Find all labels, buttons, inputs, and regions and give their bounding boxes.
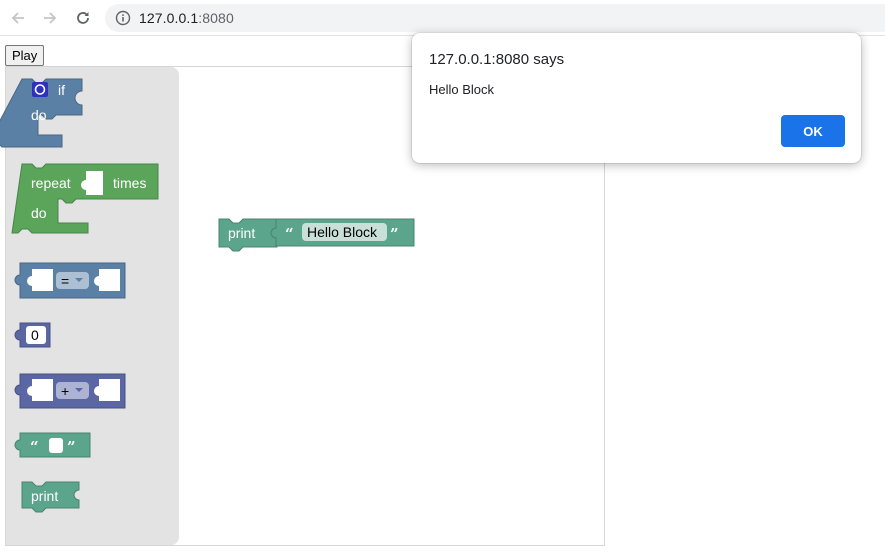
toolbox-repeat-block[interactable]: repeat times do xyxy=(11,163,159,234)
toolbox-arithmetic-block[interactable]: + xyxy=(14,373,126,409)
number-value: 0 xyxy=(31,327,39,343)
ok-button[interactable]: OK xyxy=(781,115,845,147)
arith-operator: + xyxy=(61,383,69,399)
open-quote: “ xyxy=(285,225,294,243)
url-text: 127.0.0.1:8080 xyxy=(139,10,234,26)
toolbox-compare-block[interactable]: = xyxy=(14,262,126,299)
text-field[interactable] xyxy=(49,438,63,453)
print-label: print xyxy=(31,488,58,504)
url-port: :8080 xyxy=(198,10,234,26)
if-do-label: do xyxy=(31,107,47,123)
print-label: print xyxy=(228,225,255,241)
address-bar[interactable]: 127.0.0.1:8080 xyxy=(105,4,885,32)
canvas-print-block[interactable]: print “ Hello Block ” xyxy=(218,218,415,252)
url-host: 127.0.0.1 xyxy=(139,10,199,26)
if-label: if xyxy=(58,82,65,98)
repeat-label: repeat xyxy=(31,175,71,191)
repeat-do-label: do xyxy=(31,205,47,221)
times-label: times xyxy=(113,175,146,191)
alert-title: 127.0.0.1:8080 says xyxy=(429,51,565,68)
alert-message: Hello Block xyxy=(429,82,495,97)
reload-icon xyxy=(77,12,89,24)
toolbox-text-block[interactable]: “ ” xyxy=(14,432,91,458)
canvas-text-block[interactable]: “ Hello Block ” xyxy=(270,218,415,247)
close-quote: ” xyxy=(67,438,76,456)
hello-text-value: Hello Block xyxy=(307,224,378,240)
toolbox-print-block[interactable]: print xyxy=(21,481,80,513)
browser-toolbar: 127.0.0.1:8080 xyxy=(0,0,885,36)
info-icon[interactable] xyxy=(115,10,131,26)
arrow-left-icon xyxy=(11,12,24,24)
alert-dialog: 127.0.0.1:8080 says Hello Block OK xyxy=(412,33,861,163)
toolbox-if-block[interactable]: if do xyxy=(0,78,83,148)
play-button[interactable]: Play xyxy=(5,45,45,66)
arrow-right-icon xyxy=(44,12,57,24)
compare-operator: = xyxy=(61,273,69,289)
reload-button[interactable] xyxy=(71,6,95,30)
toolbox-number-block[interactable]: 0 xyxy=(14,322,51,348)
close-quote: ” xyxy=(390,225,399,243)
forward-button[interactable] xyxy=(38,6,62,30)
back-button[interactable] xyxy=(6,6,30,30)
open-quote: “ xyxy=(30,438,39,456)
